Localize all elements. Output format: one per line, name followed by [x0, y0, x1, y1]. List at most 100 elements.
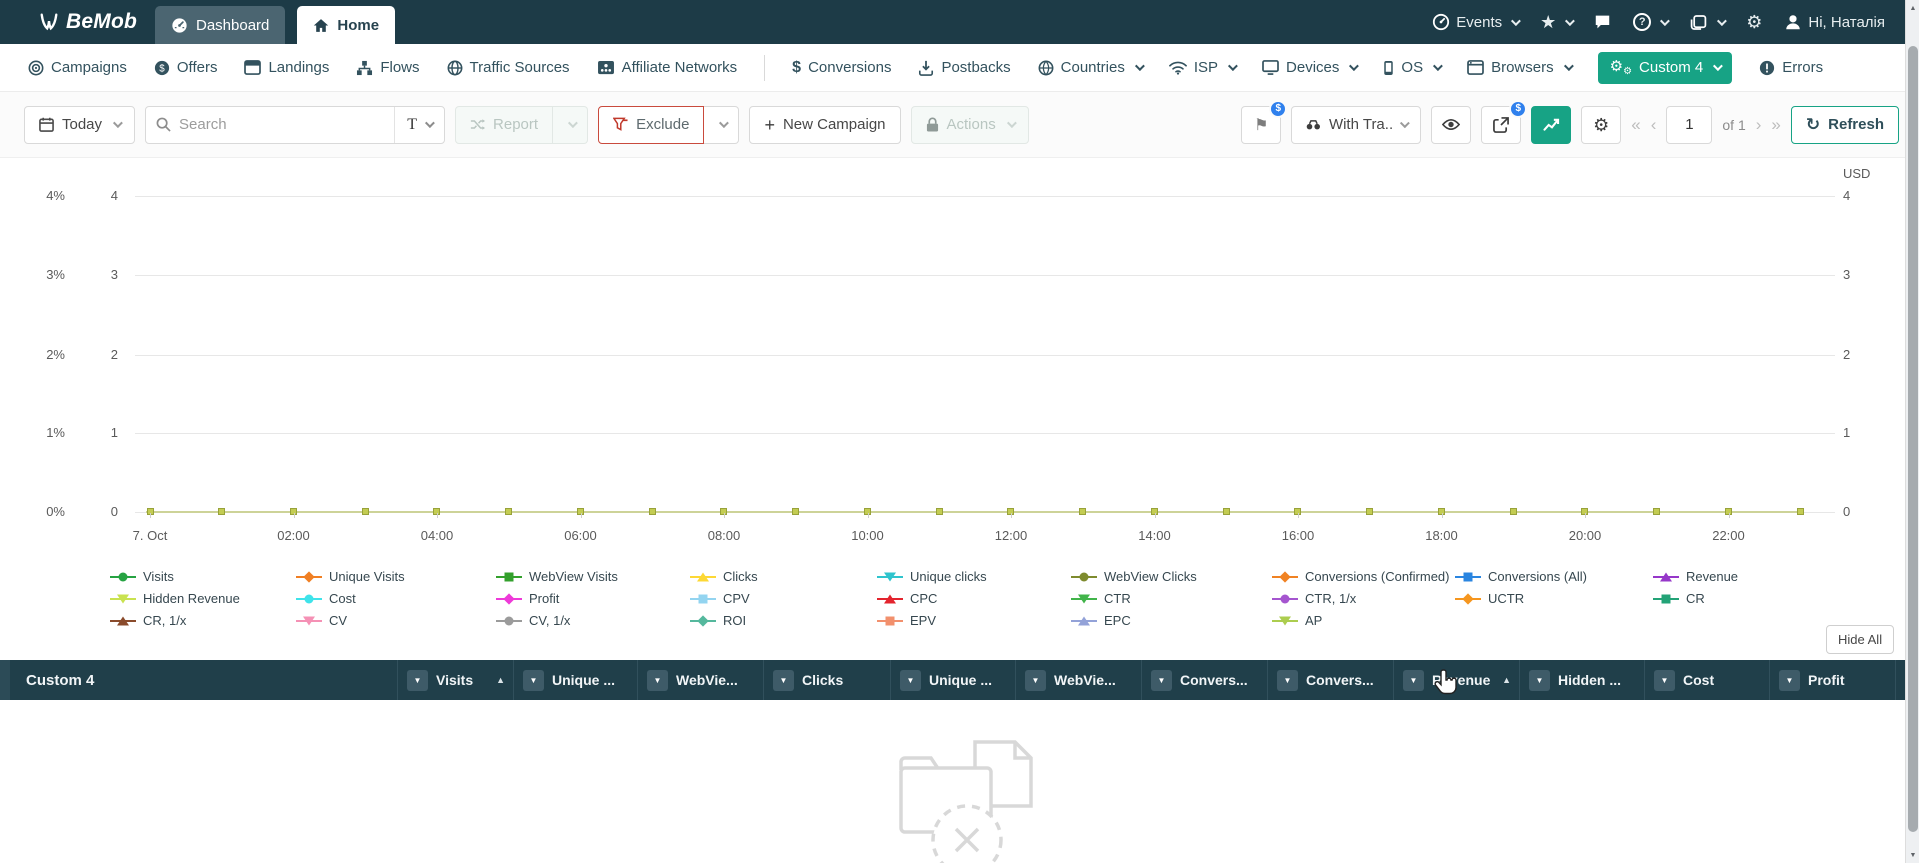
column-header-hidden-[interactable]: ▼ Hidden ... — [1520, 660, 1645, 700]
events-menu[interactable]: Events — [1432, 13, 1521, 31]
legend-item[interactable]: EPC — [1071, 612, 1272, 629]
legend-item[interactable]: Unique Visits — [296, 568, 496, 585]
nav-traffic-sources[interactable]: Traffic Sources — [447, 59, 570, 76]
export-button[interactable]: $ — [1481, 99, 1528, 144]
legend-item[interactable]: EPV — [877, 612, 1071, 629]
legend-item[interactable]: AP — [1272, 612, 1455, 629]
nav-errors[interactable]: Errors — [1759, 59, 1823, 76]
nav-landings[interactable]: Landings — [244, 59, 329, 76]
filter-funnel-icon[interactable]: ▼ — [1025, 669, 1046, 691]
nav-countries[interactable]: Countries — [1038, 59, 1145, 76]
column-header-convers-[interactable]: ▼ Convers... — [1142, 660, 1268, 700]
user-menu[interactable]: Hi, Наталія — [1784, 13, 1885, 31]
tab-home[interactable]: Home — [297, 6, 396, 44]
filter-funnel-icon[interactable]: ▼ — [1151, 669, 1172, 691]
legend-item[interactable]: ROI — [690, 612, 877, 629]
filter-funnel-icon[interactable]: ▼ — [523, 669, 544, 691]
refresh-button[interactable]: ↻ Refresh — [1790, 105, 1899, 144]
report-button[interactable]: Report — [455, 105, 554, 144]
nav-conversions[interactable]: $ Conversions — [792, 59, 891, 77]
column-header-clicks[interactable]: ▼ Clicks — [764, 660, 891, 700]
legend-item[interactable]: Profit — [496, 590, 690, 607]
nav-custom4-button[interactable]: ⚙⚙ Custom 4 — [1597, 51, 1733, 84]
column-header-webvie-[interactable]: ▼ WebVie... — [1016, 660, 1142, 700]
legend-item[interactable]: Revenue — [1653, 568, 1738, 585]
hide-all-button[interactable]: Hide All — [1826, 625, 1895, 654]
filter-funnel-icon[interactable]: ▼ — [1529, 669, 1550, 691]
traffic-filter-dropdown[interactable]: With Tra... — [1291, 105, 1422, 144]
legend-item[interactable]: CV, 1/x — [496, 612, 690, 629]
column-header-profit[interactable]: ▼ Profit — [1770, 660, 1896, 700]
report-dropdown-toggle[interactable] — [553, 105, 589, 144]
nav-os[interactable]: OS — [1383, 59, 1443, 76]
chat-button[interactable] — [1594, 14, 1611, 30]
column-header-cost[interactable]: ▼ Cost — [1645, 660, 1770, 700]
column-header-unique-[interactable]: ▼ Unique ... — [891, 660, 1016, 700]
next-page-button[interactable]: › — [1756, 115, 1762, 135]
table-settings-button[interactable]: ⚙ — [1581, 105, 1622, 144]
exclude-dropdown-toggle[interactable] — [704, 105, 740, 144]
legend-item[interactable]: Conversions (Confirmed) — [1272, 568, 1455, 585]
nav-browsers[interactable]: Browsers — [1467, 59, 1574, 76]
first-page-button[interactable]: « — [1631, 115, 1640, 135]
nav-devices[interactable]: Devices — [1262, 59, 1360, 76]
search-input[interactable] — [171, 116, 395, 133]
legend-item[interactable]: UCTR — [1455, 590, 1653, 607]
page-scrollbar[interactable]: ▲ ▼ — [1905, 0, 1919, 863]
filter-funnel-icon[interactable]: ▼ — [1277, 669, 1298, 691]
filter-funnel-icon[interactable]: ▼ — [1779, 669, 1800, 691]
nav-flows[interactable]: Flows — [356, 59, 420, 76]
toggle-chart-button[interactable] — [1531, 105, 1572, 144]
legend-item[interactable]: Cost — [296, 590, 496, 607]
scrollbar-thumb[interactable] — [1908, 46, 1918, 832]
filter-funnel-icon[interactable]: ▼ — [773, 669, 794, 691]
filter-funnel-icon[interactable]: ▼ — [1403, 669, 1424, 691]
legend-item[interactable]: WebView Visits — [496, 568, 690, 585]
date-range-button[interactable]: Today — [24, 105, 136, 144]
filter-funnel-icon[interactable]: ▼ — [1654, 669, 1675, 691]
grouping-column-header[interactable]: Custom 4 — [10, 660, 398, 700]
last-page-button[interactable]: » — [1771, 115, 1780, 135]
exclude-button[interactable]: Exclude — [598, 105, 705, 144]
legend-item[interactable]: Visits — [110, 568, 296, 585]
favorites-menu[interactable]: ★ — [1540, 12, 1576, 33]
legend-item[interactable]: CPC — [877, 590, 1071, 607]
column-header-revenue[interactable]: ▼ Revenue ▲ — [1394, 660, 1520, 700]
prev-page-button[interactable]: ‹ — [1651, 115, 1657, 135]
scroll-up-button[interactable]: ▲ — [1906, 0, 1919, 16]
new-campaign-button[interactable]: + New Campaign — [749, 105, 901, 144]
nav-campaigns[interactable]: Campaigns — [28, 59, 127, 76]
tab-dashboard[interactable]: Dashboard — [155, 6, 286, 44]
legend-item[interactable]: Conversions (All) — [1455, 568, 1653, 585]
column-header-visits[interactable]: ▼ Visits ▲ — [398, 660, 514, 700]
filter-funnel-icon[interactable]: ▼ — [647, 669, 668, 691]
column-header-webvie-[interactable]: ▼ WebVie... — [638, 660, 764, 700]
legend-item[interactable]: Hidden Revenue — [110, 590, 296, 607]
nav-offers[interactable]: $ Offers — [154, 59, 217, 76]
page-input[interactable] — [1666, 105, 1713, 144]
nav-affiliate-networks[interactable]: Affiliate Networks — [597, 59, 737, 76]
workspaces-menu[interactable] — [1689, 14, 1728, 31]
flag-button[interactable]: ⚑ $ — [1241, 99, 1288, 144]
columns-visibility-button[interactable] — [1431, 105, 1472, 144]
help-menu[interactable]: ? — [1633, 13, 1671, 31]
legend-item[interactable]: CV — [296, 612, 496, 629]
sort-asc-icon[interactable]: ▲ — [496, 675, 505, 685]
nav-postbacks[interactable]: Postbacks — [918, 59, 1011, 76]
column-header-unique-[interactable]: ▼ Unique ... — [514, 660, 638, 700]
filter-funnel-icon[interactable]: ▼ — [900, 669, 921, 691]
legend-item[interactable]: WebView Clicks — [1071, 568, 1272, 585]
legend-item[interactable]: CR, 1/x — [110, 612, 296, 629]
scroll-down-button[interactable]: ▼ — [1906, 847, 1919, 863]
settings-button[interactable]: ⚙ — [1746, 13, 1762, 31]
search-type-dropdown[interactable]: T — [394, 106, 444, 143]
sort-asc-icon[interactable]: ▲ — [1502, 675, 1511, 685]
legend-item[interactable]: CR — [1653, 590, 1738, 607]
legend-item[interactable]: CPV — [690, 590, 877, 607]
nav-isp[interactable]: ISP — [1168, 59, 1238, 76]
filter-funnel-icon[interactable]: ▼ — [407, 669, 428, 691]
legend-item[interactable]: Unique clicks — [877, 568, 1071, 585]
legend-item[interactable]: Clicks — [690, 568, 877, 585]
column-header-convers-[interactable]: ▼ Convers... — [1268, 660, 1394, 700]
legend-item[interactable]: CTR, 1/x — [1272, 590, 1455, 607]
